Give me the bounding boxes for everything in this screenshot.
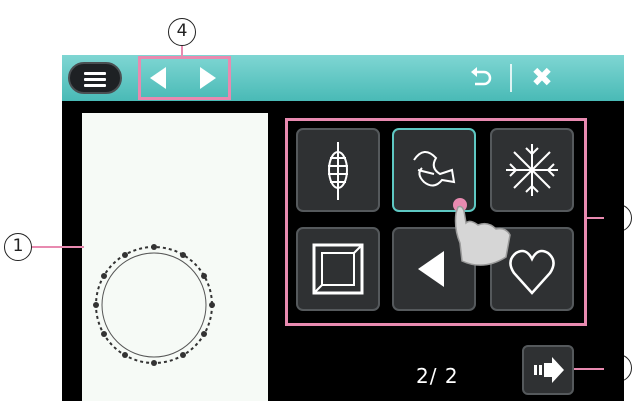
pattern-grid-highlight bbox=[285, 118, 587, 326]
page-arrows-highlight bbox=[138, 56, 231, 100]
callout-4-line bbox=[181, 46, 183, 56]
callout-3-line bbox=[574, 368, 604, 370]
undo-icon[interactable] bbox=[468, 64, 494, 92]
next-arrow-icon bbox=[534, 357, 564, 383]
circle-pattern-preview-icon bbox=[93, 244, 215, 366]
callout-2-line bbox=[587, 217, 604, 219]
menu-icon bbox=[84, 72, 106, 87]
pattern-preview bbox=[82, 113, 268, 401]
callout-1-line bbox=[32, 246, 84, 248]
menu-button[interactable] bbox=[68, 62, 122, 94]
page-indicator: 2/ 2 bbox=[416, 364, 459, 388]
callout-1: 1 bbox=[4, 233, 32, 261]
close-button[interactable]: ✖ bbox=[528, 63, 556, 93]
callout-4: 4 bbox=[168, 18, 196, 46]
next-button[interactable] bbox=[522, 345, 574, 395]
toolbar-separator bbox=[510, 64, 512, 92]
